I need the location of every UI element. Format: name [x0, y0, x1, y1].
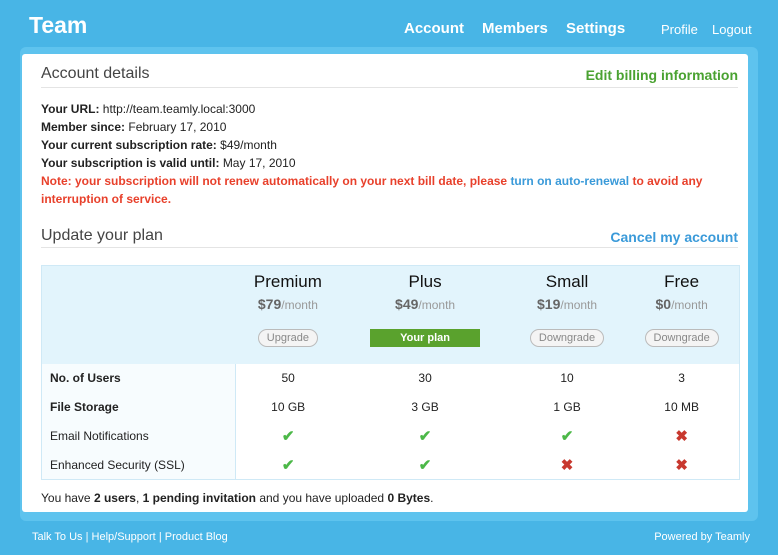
cross-icon: ✖ [675, 456, 688, 474]
empty-header-cell [41, 265, 236, 364]
change-plan-button[interactable]: Upgrade [257, 329, 318, 347]
check-icon: ✔ [281, 456, 295, 474]
plan-price: $0/month [655, 296, 708, 312]
separator: | [158, 531, 162, 543]
feature-cell: ✖ [624, 421, 740, 451]
row-label: Email Notifications [41, 421, 236, 451]
renewal-note: Note: your subscription will not renew a… [41, 172, 748, 208]
current-plan-badge: Your plan [370, 329, 481, 347]
row-label: File Storage [41, 392, 236, 422]
logout-link[interactable]: Logout [712, 22, 752, 37]
auto-renewal-link[interactable]: turn on auto-renewal [510, 174, 629, 188]
value-cell: 3 [624, 363, 740, 393]
valid-value: May 17, 2010 [222, 156, 296, 170]
plan-price: $79/month [257, 296, 318, 312]
plan-header-plus: Plus $49/month Your plan [340, 265, 510, 364]
table-row: Email Notifications ✔ ✔ ✔ ✖ [41, 421, 740, 451]
logo[interactable]: Team [29, 12, 87, 39]
table-row: No. of Users 50 30 10 3 [41, 363, 740, 393]
check-icon: ✔ [560, 428, 574, 445]
since-label: Member since: [41, 120, 126, 134]
plan-name: Small [545, 272, 589, 291]
valid-label: Your subscription is valid until: [41, 156, 220, 170]
plan-price: $19/month [537, 296, 598, 312]
table-row: File Storage 10 GB 3 GB 1 GB 10 MB [41, 392, 740, 422]
check-icon: ✔ [418, 456, 432, 474]
row-label: No. of Users [41, 363, 236, 393]
check-icon: ✔ [281, 428, 295, 445]
feature-cell: ✔ [509, 421, 625, 451]
product-blog-link[interactable]: Product Blog [165, 531, 228, 543]
nav-members[interactable]: Members [482, 20, 548, 37]
cross-icon: ✖ [675, 428, 688, 445]
main-panel: Account details Edit billing information… [22, 54, 748, 512]
value-cell: 1 GB [509, 392, 625, 422]
note-text: Note: your subscription will not renew a… [41, 174, 508, 188]
feature-cell: ✔ [340, 421, 510, 451]
value-cell: 10 GB [235, 392, 341, 422]
value-cell: 10 MB [624, 392, 740, 422]
value-cell: 10 [509, 363, 625, 393]
edit-billing-link[interactable]: Edit billing information [586, 67, 738, 83]
url-label: Your URL: [41, 102, 100, 116]
row-label: Enhanced Security (SSL) [41, 450, 236, 480]
feature-cell: ✔ [340, 450, 510, 480]
update-plan-title: Update your plan [41, 227, 163, 244]
value-cell: 3 GB [340, 392, 510, 422]
value-cell: 50 [235, 363, 341, 393]
profile-link[interactable]: Profile [661, 22, 698, 37]
plan-header-small: Small $19/month Downgrade [509, 265, 625, 364]
divider [41, 87, 738, 88]
cross-icon: ✖ [560, 456, 574, 474]
feature-cell: ✖ [624, 450, 740, 480]
change-plan-button[interactable]: Downgrade [529, 329, 605, 347]
talk-to-us-link[interactable]: Talk To Us [32, 531, 83, 543]
nav-settings[interactable]: Settings [566, 20, 625, 37]
check-icon: ✔ [418, 428, 432, 445]
footer-links: Talk To Us | Help/Support | Product Blog [32, 531, 228, 543]
plan-name: Plus [408, 272, 442, 291]
table-row: Enhanced Security (SSL) ✔ ✔ ✖ ✖ [41, 450, 740, 480]
plan-name: Free [664, 272, 700, 291]
account-details-title: Account details [41, 65, 150, 82]
plan-header-free: Free $0/month Downgrade [624, 265, 740, 364]
divider [41, 247, 738, 248]
plan-price: $49/month [395, 296, 456, 312]
plans-table: Premium $79/month Upgrade Plus $49/month … [41, 265, 740, 480]
url-value: http://team.teamly.local:3000 [102, 102, 256, 116]
nav-account[interactable]: Account [404, 20, 464, 37]
rate-label: Your current subscription rate: [41, 138, 217, 152]
feature-cell: ✖ [509, 450, 625, 480]
value-cell: 30 [340, 363, 510, 393]
feature-cell: ✔ [235, 421, 341, 451]
feature-cell: ✔ [235, 450, 341, 480]
account-info: Your URL: http://team.teamly.local:3000 … [41, 100, 748, 208]
plan-header-premium: Premium $79/month Upgrade [235, 265, 341, 364]
cancel-account-link[interactable]: Cancel my account [610, 229, 738, 245]
since-value: February 17, 2010 [128, 120, 227, 134]
separator: | [85, 531, 89, 543]
help-support-link[interactable]: Help/Support [92, 531, 156, 543]
rate-value: $49/month [220, 138, 277, 152]
usage-summary: You have 2 users, 1 pending invitation a… [41, 491, 434, 505]
change-plan-button[interactable]: Downgrade [644, 329, 719, 347]
powered-by: Powered by Teamly [654, 531, 750, 543]
plan-name: Premium [253, 272, 322, 291]
